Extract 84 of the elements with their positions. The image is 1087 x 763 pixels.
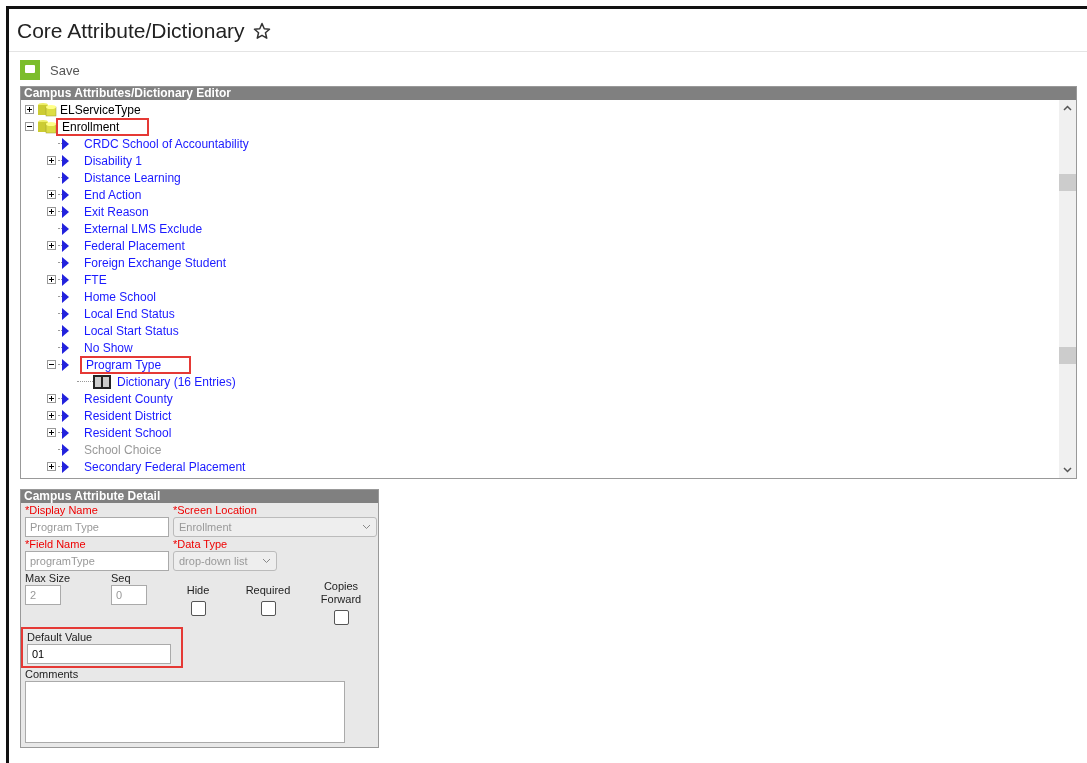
triangle-icon [62, 256, 70, 269]
field-label: *Field Name [25, 538, 87, 551]
collapse-icon[interactable] [25, 122, 34, 131]
triangle-icon [62, 392, 70, 405]
triangle-icon [62, 137, 70, 150]
tree-item[interactable]: External LMS Exclude [82, 221, 205, 236]
default-value-field[interactable]: 01 [27, 644, 171, 664]
expand-icon[interactable] [47, 462, 56, 471]
expand-icon[interactable] [47, 394, 56, 403]
tree-item[interactable]: Exit Reason [82, 204, 151, 219]
triangle-icon [62, 426, 70, 439]
expand-icon[interactable] [47, 428, 56, 437]
triangle-icon [62, 307, 70, 320]
scroll-thumb[interactable] [1059, 347, 1076, 364]
field-label: Comments [25, 668, 80, 681]
triangle-icon [62, 188, 70, 201]
tree-item[interactable]: Distance Learning [82, 170, 183, 185]
save-button[interactable]: Save [20, 60, 80, 80]
field-label: Default Value [27, 631, 94, 644]
tree-item[interactable]: Home School [82, 289, 159, 304]
book-icon [93, 374, 111, 389]
triangle-icon [62, 460, 70, 473]
tree-item[interactable]: ELServiceType [58, 102, 143, 117]
scroll-down-icon[interactable] [1063, 467, 1072, 473]
field-label: *Data Type [173, 538, 229, 551]
tree-item[interactable]: Resident School [82, 425, 174, 440]
tree-item[interactable]: Foreign Exchange Student [82, 255, 229, 270]
panel-title: Campus Attribute Detail [21, 490, 378, 503]
triangle-icon [62, 239, 70, 252]
tree-item[interactable]: Disability 1 [82, 153, 145, 168]
tree-item[interactable]: Dictionary (16 Entries) [115, 374, 238, 389]
expand-icon[interactable] [47, 190, 56, 199]
scroll-thumb[interactable] [1059, 174, 1076, 191]
checkbox-label: Required [245, 584, 291, 597]
field-label: *Screen Location [173, 504, 258, 517]
field-label: *Display Name [25, 504, 99, 517]
expand-icon[interactable] [47, 411, 56, 420]
page-title: Core Attribute/Dictionary [17, 19, 245, 43]
save-icon [20, 60, 40, 80]
triangle-icon [62, 409, 70, 422]
checkbox[interactable] [260, 601, 276, 616]
tree-item[interactable]: Resident County [82, 391, 175, 406]
tree-item[interactable]: Local Start Status [82, 323, 181, 338]
tree-item[interactable]: Enrollment [58, 119, 148, 134]
checkbox-label: Hide [186, 584, 210, 597]
scrollbar[interactable] [1059, 100, 1076, 478]
triangle-icon [62, 341, 70, 354]
checkbox[interactable] [190, 601, 206, 616]
tree-item[interactable]: No Show [82, 340, 135, 355]
triangle-icon [62, 171, 70, 184]
panel-title: Campus Attributes/Dictionary Editor [21, 87, 1076, 100]
expand-icon[interactable] [47, 241, 56, 250]
scroll-up-icon[interactable] [1063, 105, 1072, 111]
checkbox-label: Copies Forward [319, 580, 363, 606]
checkbox[interactable] [333, 610, 349, 625]
caret-icon [362, 524, 371, 530]
comments-field[interactable] [25, 681, 345, 743]
tree-item[interactable]: Resident District [82, 408, 174, 423]
cylinders-icon [36, 119, 58, 134]
tree-item[interactable]: FTE [82, 272, 109, 287]
tree-item[interactable]: Secondary Federal Placement [82, 459, 248, 474]
triangle-icon [62, 443, 70, 456]
star-icon[interactable] [252, 22, 271, 40]
tree-item[interactable]: CRDC School of Accountability [82, 136, 251, 151]
cylinders-icon [36, 102, 58, 117]
tree-item[interactable]: End Action [82, 187, 144, 202]
triangle-icon [62, 290, 70, 303]
triangle-icon [62, 273, 70, 286]
caret-icon [262, 558, 271, 564]
tree-item[interactable]: Program Type [82, 357, 190, 372]
collapse-icon[interactable] [47, 360, 56, 369]
triangle-icon [62, 222, 70, 235]
tree-item[interactable]: Local End Status [82, 306, 177, 321]
expand-icon[interactable] [47, 207, 56, 216]
expand-icon[interactable] [25, 105, 34, 114]
tree-item[interactable]: Federal Placement [82, 238, 187, 253]
triangle-icon [62, 154, 70, 167]
expand-icon[interactable] [47, 156, 56, 165]
triangle-icon [62, 358, 70, 371]
expand-icon[interactable] [47, 275, 56, 284]
field-label: Max Size [25, 572, 72, 585]
triangle-icon [62, 324, 70, 337]
field-label: Seq [111, 572, 132, 585]
triangle-icon [62, 205, 70, 218]
